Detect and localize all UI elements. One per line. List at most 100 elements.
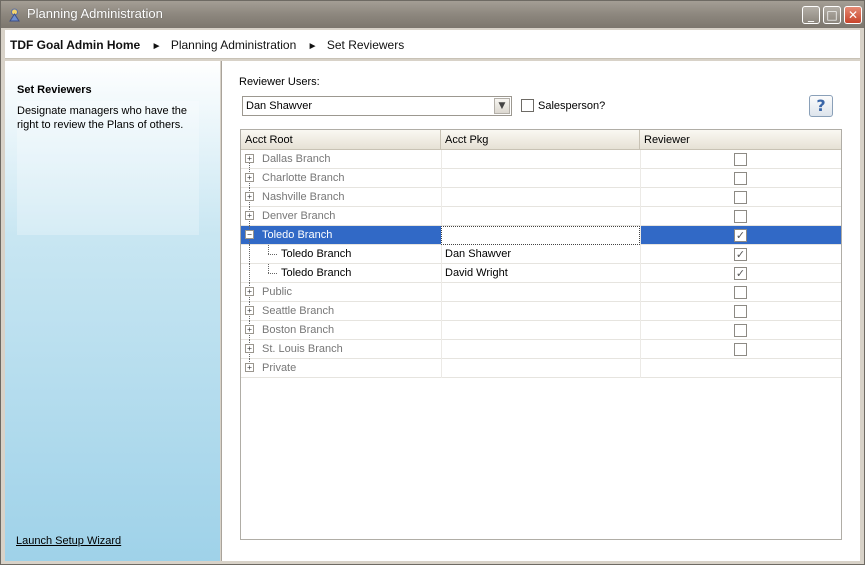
tree-line	[268, 245, 269, 254]
window-title: Planning Administration	[27, 6, 163, 21]
reviewers-grid: Acct Root Acct Pkg Reviewer + Dallas Bran…	[240, 129, 842, 540]
breadcrumb-planning-administration[interactable]: Planning Administration	[171, 38, 296, 52]
maximize-button[interactable]: □	[823, 6, 841, 24]
reviewer-checkbox[interactable]: ✓	[734, 248, 747, 261]
expand-icon[interactable]: +	[245, 306, 254, 315]
acct-root-cell: + Private	[241, 359, 441, 378]
acct-pkg-cell[interactable]	[441, 169, 640, 188]
expand-icon[interactable]: +	[245, 192, 254, 201]
column-header-acct-pkg[interactable]: Acct Pkg	[441, 130, 640, 150]
expand-icon[interactable]: +	[245, 287, 254, 296]
acct-root-cell: + St. Louis Branch	[241, 340, 441, 359]
expand-icon[interactable]: +	[245, 154, 254, 163]
acct-root-cell: + Boston Branch	[241, 321, 441, 340]
acct-pkg-cell[interactable]	[441, 302, 640, 321]
acct-pkg-cell[interactable]: Dan Shawver	[441, 245, 640, 264]
tree-child-row[interactable]: Toledo Branch Dan Shawver ✓	[241, 245, 841, 264]
reviewer-checkbox[interactable]	[734, 324, 747, 337]
tree-child-row[interactable]: Toledo Branch David Wright ✓	[241, 264, 841, 283]
tree-row[interactable]: − Toledo Branch ✓	[241, 226, 841, 245]
reviewer-checkbox[interactable]	[734, 153, 747, 166]
sidebar-heading: Set Reviewers	[17, 84, 92, 96]
tree-row[interactable]: + Denver Branch	[241, 207, 841, 226]
acct-root-label: Boston Branch	[262, 324, 335, 336]
acct-pkg-cell[interactable]	[441, 188, 640, 207]
acct-pkg-cell[interactable]	[441, 321, 640, 340]
column-header-reviewer[interactable]: Reviewer	[640, 130, 841, 150]
acct-pkg-cell[interactable]	[441, 226, 640, 245]
collapse-icon[interactable]: −	[245, 230, 254, 239]
acct-pkg-cell[interactable]	[441, 150, 640, 169]
reviewer-cell	[640, 188, 841, 207]
acct-root-cell: + Charlotte Branch	[241, 169, 441, 188]
acct-root-label: Toledo Branch	[262, 229, 333, 241]
launch-setup-wizard-link[interactable]: Launch Setup Wizard	[16, 535, 121, 547]
breadcrumb-separator-icon: ►	[151, 41, 162, 52]
expand-icon[interactable]: +	[245, 363, 254, 372]
salesperson-checkbox[interactable]	[521, 99, 534, 112]
expand-icon[interactable]: +	[245, 173, 254, 182]
minimize-button[interactable]: _	[802, 6, 820, 24]
acct-pkg-cell[interactable]: David Wright	[441, 264, 640, 283]
acct-root-cell: − Toledo Branch	[241, 226, 441, 245]
sidebar-description: Designate managers who have the right to…	[17, 105, 187, 131]
acct-root-label: Toledo Branch	[281, 267, 352, 279]
reviewer-checkbox[interactable]	[734, 286, 747, 299]
tree-line	[249, 245, 250, 264]
tree-line	[268, 273, 277, 274]
expand-icon[interactable]: +	[245, 344, 254, 353]
acct-root-label: Dallas Branch	[262, 153, 331, 165]
tree-row[interactable]: + Charlotte Branch	[241, 169, 841, 188]
reviewer-checkbox[interactable]	[734, 172, 747, 185]
help-icon[interactable]: ?	[809, 95, 833, 117]
reviewer-cell: ✓	[640, 264, 841, 283]
reviewer-checkbox[interactable]: ✓	[734, 267, 747, 280]
acct-root-label: Public	[262, 286, 292, 298]
tree-row[interactable]: + Seattle Branch	[241, 302, 841, 321]
acct-root-cell: + Dallas Branch	[241, 150, 441, 178]
tree-line	[249, 264, 250, 283]
reviewer-cell: ✓	[640, 226, 841, 245]
acct-root-cell: + Public	[241, 283, 441, 302]
expand-icon[interactable]: +	[245, 211, 254, 220]
breadcrumb-set-reviewers: Set Reviewers	[326, 38, 405, 52]
acct-root-label: Charlotte Branch	[262, 172, 345, 184]
acct-root-label: Toledo Branch	[281, 248, 352, 260]
sidebar: Set Reviewers Designate managers who hav…	[5, 61, 220, 561]
title-bar[interactable]: Planning Administration _ □ ✕	[1, 1, 864, 28]
acct-pkg-cell[interactable]	[441, 283, 640, 302]
acct-root-cell: + Nashville Branch	[241, 188, 441, 207]
reviewer-users-select[interactable]: Dan Shawver ▼	[242, 96, 512, 116]
tree-row[interactable]: + Dallas Branch	[241, 150, 841, 178]
breadcrumb-home[interactable]: TDF Goal Admin Home	[10, 38, 140, 52]
reviewer-users-label: Reviewer Users:	[239, 76, 320, 88]
acct-root-cell: Toledo Branch	[241, 264, 441, 283]
breadcrumb: TDF Goal Admin Home ► Planning Administr…	[10, 38, 404, 52]
tree-line	[268, 254, 277, 255]
acct-root-cell: Toledo Branch	[241, 245, 441, 264]
reviewer-checkbox[interactable]	[734, 343, 747, 356]
acct-root-cell: + Seattle Branch	[241, 302, 441, 321]
reviewer-cell	[640, 359, 841, 378]
tree-row[interactable]: + Boston Branch	[241, 321, 841, 340]
column-header-acct-root[interactable]: Acct Root	[241, 130, 441, 150]
close-button[interactable]: ✕	[844, 6, 862, 24]
acct-pkg-cell[interactable]	[441, 359, 640, 378]
acct-root-label: Nashville Branch	[262, 191, 345, 203]
reviewer-cell	[640, 321, 841, 340]
chevron-down-icon[interactable]: ▼	[494, 98, 510, 114]
acct-pkg-cell[interactable]	[441, 340, 640, 359]
tree-row[interactable]: + Nashville Branch	[241, 188, 841, 207]
acct-root-label: Seattle Branch	[262, 305, 335, 317]
reviewer-cell: ✓	[640, 245, 841, 264]
tree-row[interactable]: + Private	[241, 359, 841, 378]
reviewer-checkbox[interactable]: ✓	[734, 229, 747, 242]
tree-row[interactable]: + Public	[241, 283, 841, 302]
acct-root-cell: + Denver Branch	[241, 207, 441, 226]
reviewer-checkbox[interactable]	[734, 191, 747, 204]
tree-row[interactable]: + St. Louis Branch	[241, 340, 841, 359]
acct-pkg-cell[interactable]	[441, 207, 640, 226]
reviewer-checkbox[interactable]	[734, 305, 747, 318]
reviewer-checkbox[interactable]	[734, 210, 747, 223]
expand-icon[interactable]: +	[245, 325, 254, 334]
